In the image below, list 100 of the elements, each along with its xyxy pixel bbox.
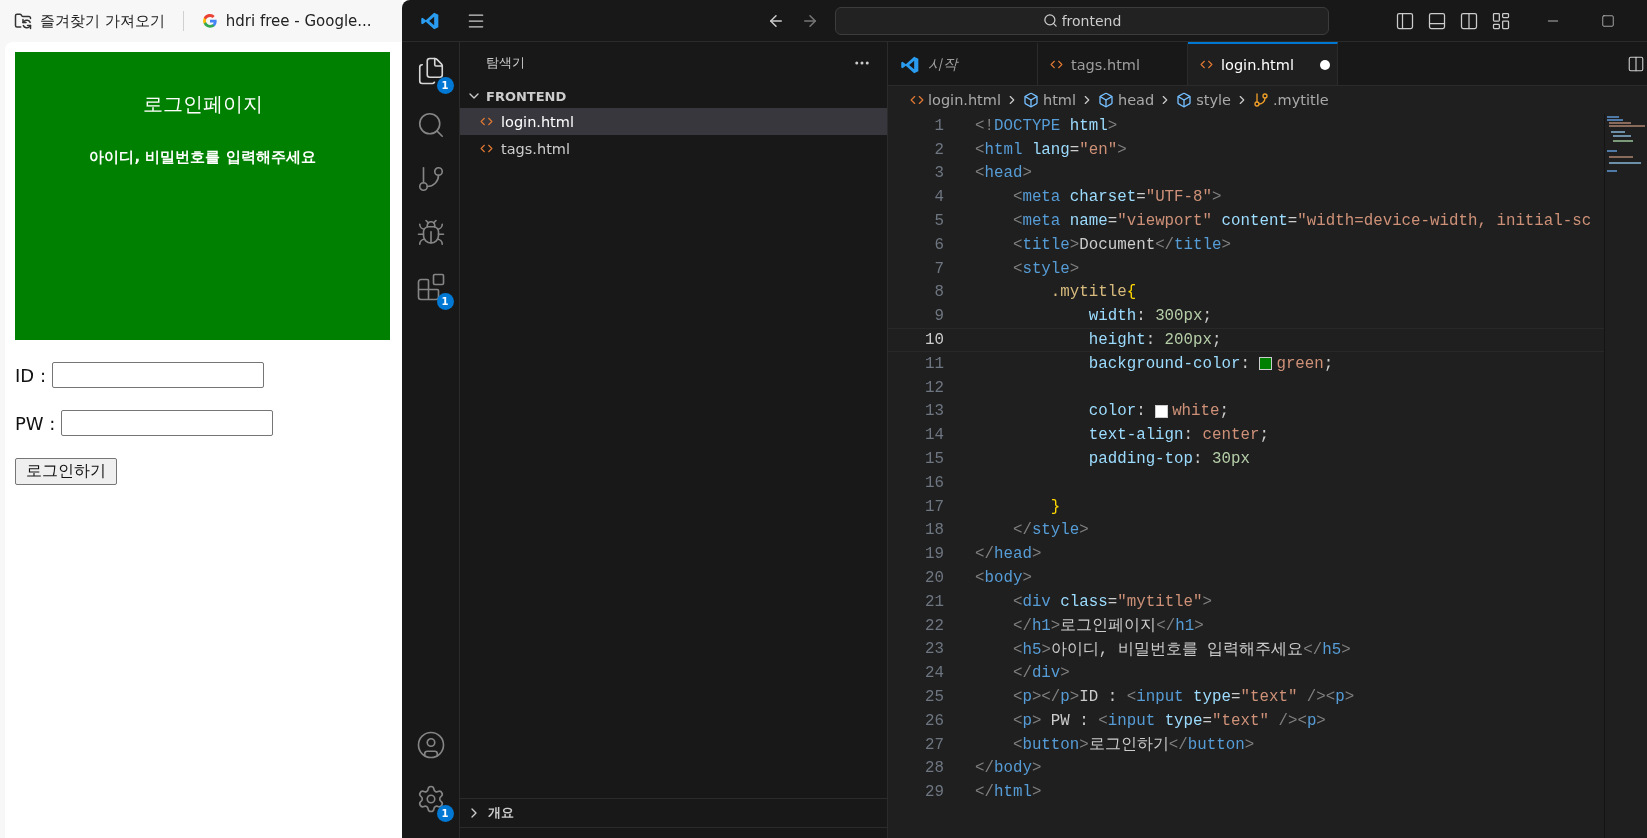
line-number: 3 bbox=[933, 164, 944, 183]
code-line: background-color: green; bbox=[1087, 354, 1334, 373]
input-field[interactable] bbox=[61, 410, 274, 436]
line-number: 13 bbox=[924, 402, 944, 421]
line-number: 23 bbox=[924, 640, 944, 659]
line-number: 26 bbox=[924, 711, 944, 730]
line-number: 9 bbox=[933, 307, 944, 326]
input-field[interactable] bbox=[51, 362, 264, 388]
line-number: 14 bbox=[924, 426, 944, 445]
section-title: 개요 bbox=[488, 804, 514, 822]
code-line: } bbox=[1049, 497, 1061, 516]
file-item[interactable]: login.html bbox=[460, 108, 887, 135]
line-number: 21 bbox=[924, 592, 944, 611]
line-number: 15 bbox=[924, 450, 944, 469]
page-subheading: 아이디, 비밀번호를 입력해주세요 bbox=[89, 148, 316, 167]
code-line: <button>로그인하기</button> bbox=[1011, 735, 1255, 756]
line-number: 5 bbox=[933, 212, 944, 231]
code-line: </html> bbox=[975, 783, 1042, 802]
maximize-icon[interactable] bbox=[1601, 13, 1615, 28]
line-number: 25 bbox=[924, 688, 944, 706]
section-header[interactable]: 개요 bbox=[460, 798, 887, 828]
cube-icon bbox=[1098, 92, 1114, 108]
unsaved-dot bbox=[1319, 59, 1330, 70]
code-line: <body> bbox=[975, 569, 1032, 588]
count-badge: 1 bbox=[436, 805, 454, 822]
line-number: 18 bbox=[924, 521, 944, 540]
login-button[interactable]: 로그인하기 bbox=[15, 458, 117, 485]
tab-label: login.html bbox=[1221, 56, 1294, 73]
line-number: 17 bbox=[924, 497, 944, 516]
bookmark-link[interactable]: 즐겨찾기 가져오기 bbox=[14, 11, 165, 31]
line-number: 4 bbox=[933, 188, 944, 207]
split-editor-icon[interactable] bbox=[1627, 54, 1645, 73]
line-number: 1 bbox=[933, 116, 944, 135]
code-icon bbox=[1200, 58, 1213, 71]
file-item[interactable]: tags.html bbox=[460, 135, 887, 162]
code-icon bbox=[1050, 58, 1063, 71]
line-number: 12 bbox=[924, 378, 944, 397]
code-line: height: 200px; bbox=[1087, 331, 1222, 350]
bookmark-link[interactable]: hdri free - Google... bbox=[201, 12, 372, 30]
code-line: </style> bbox=[1011, 521, 1089, 540]
line-number: 8 bbox=[933, 283, 944, 302]
bug-icon[interactable] bbox=[415, 218, 446, 248]
panel-title: 탐색기 bbox=[486, 54, 525, 72]
code-line: <style> bbox=[1011, 259, 1080, 278]
code-line: </h1>로그인페이지</h1> bbox=[1011, 616, 1204, 637]
tab-label: 시작 bbox=[928, 55, 958, 74]
code-line: .mytitle{ bbox=[1049, 283, 1137, 302]
code-icon bbox=[910, 93, 924, 107]
code-line: <head> bbox=[975, 164, 1032, 183]
panel-left-icon[interactable] bbox=[1395, 10, 1415, 31]
breadcrumb[interactable]: style bbox=[1196, 92, 1231, 108]
line-number: 16 bbox=[924, 473, 944, 492]
code-line: <title>Document</title> bbox=[1011, 235, 1231, 254]
folder-icon bbox=[14, 12, 32, 30]
code-line: <meta name="viewport" content="width=device-width, initial-sc bbox=[1011, 212, 1592, 231]
breadcrumb[interactable]: login.html bbox=[928, 92, 1001, 108]
code-line: <div class="mytitle"> bbox=[1011, 592, 1213, 611]
code-line: </body> bbox=[975, 759, 1042, 778]
code-line: </div> bbox=[1011, 664, 1070, 683]
breadcrumb[interactable]: .mytitle bbox=[1273, 92, 1329, 108]
cube-icon bbox=[1022, 92, 1039, 108]
logo-icon bbox=[420, 10, 440, 31]
code-line: color: white; bbox=[1087, 402, 1229, 421]
breadcrumb[interactable]: html bbox=[1042, 92, 1076, 108]
count-badge: 1 bbox=[436, 293, 454, 310]
line-number: 28 bbox=[924, 759, 944, 778]
file-name: login.html bbox=[501, 113, 574, 130]
file-name: tags.html bbox=[501, 140, 570, 157]
account-icon[interactable] bbox=[415, 730, 446, 760]
selector-icon bbox=[1253, 92, 1269, 108]
field-label: PW : bbox=[15, 412, 56, 434]
line-number: 10 bbox=[924, 331, 944, 350]
code-line: <p></p>ID : <input type="text" /><p> bbox=[1011, 688, 1355, 706]
line-number: 27 bbox=[924, 735, 944, 754]
folder-name: FRONTEND bbox=[486, 88, 567, 104]
code-line: text-align: center; bbox=[1087, 426, 1269, 445]
editor-tab[interactable]: login.html bbox=[1188, 42, 1338, 85]
tab-label: tags.html bbox=[1071, 56, 1140, 73]
panel-bottom-icon[interactable] bbox=[1427, 10, 1447, 31]
panel-right-icon[interactable] bbox=[1459, 10, 1479, 31]
code-icon bbox=[480, 142, 493, 155]
breadcrumb[interactable]: head bbox=[1118, 92, 1155, 108]
search-field[interactable]: frontend bbox=[835, 6, 1329, 35]
layout-icon[interactable] bbox=[1491, 10, 1511, 31]
code-line: <h5>아이디, 비밀번호를 입력해주세요</h5> bbox=[1011, 639, 1351, 660]
code-line: padding-top: 30px bbox=[1087, 450, 1250, 469]
code-line: </head> bbox=[975, 545, 1042, 564]
code-line: <p> PW : <input type="text" /><p> bbox=[1011, 711, 1326, 730]
line-number: 7 bbox=[933, 259, 944, 278]
field-label: ID : bbox=[15, 364, 46, 386]
line-number: 29 bbox=[924, 783, 944, 802]
code-icon bbox=[480, 115, 493, 128]
google-icon bbox=[201, 13, 218, 29]
line-number: 2 bbox=[933, 140, 944, 159]
line-number: 19 bbox=[924, 545, 944, 564]
line-number: 11 bbox=[924, 354, 944, 373]
code-line: <html lang="en"> bbox=[975, 140, 1127, 159]
folder-row[interactable]: FRONTEND bbox=[460, 84, 887, 108]
page-heading: 로그인페이지 bbox=[142, 91, 263, 118]
logo-icon bbox=[900, 54, 920, 75]
